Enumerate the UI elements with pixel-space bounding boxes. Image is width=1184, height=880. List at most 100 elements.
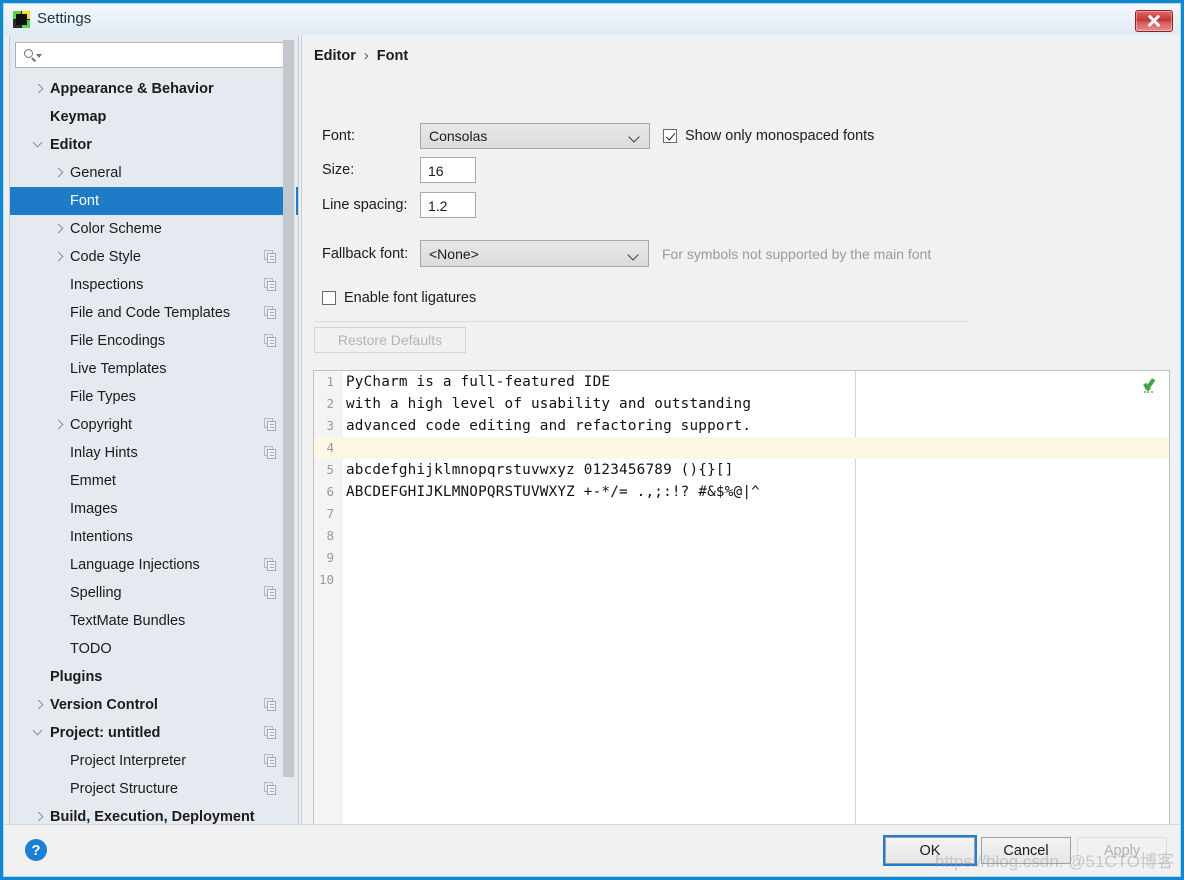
show-monospaced-checkbox[interactable]: Show only monospaced fonts: [663, 128, 874, 144]
sidebar-item-label: Emmet: [70, 473, 116, 489]
chevron-down-icon[interactable]: [32, 726, 46, 740]
search-box[interactable]: [15, 42, 294, 68]
sidebar-item-label: Live Templates: [70, 361, 167, 377]
sidebar-item-todo[interactable]: TODO: [10, 635, 298, 663]
line-spacing-field[interactable]: [420, 192, 476, 219]
fallback-font-select[interactable]: <None>: [420, 240, 649, 267]
sidebar-item-label: Inspections: [70, 277, 144, 293]
chevron-right-icon[interactable]: [32, 810, 46, 824]
copy-settings-icon[interactable]: [264, 446, 277, 459]
copy-settings-icon[interactable]: [264, 418, 277, 431]
font-preview-editor[interactable]: 1 PyCharm is a full-featured IDE 2 with a h…: [313, 370, 1170, 841]
chevron-right-icon[interactable]: [32, 698, 46, 712]
sidebar-scrollbar-track[interactable]: [283, 37, 296, 822]
sidebar-item-language-injections[interactable]: Language Injections: [10, 551, 298, 579]
sidebar-item-label: File and Code Templates: [70, 305, 231, 321]
copy-settings-icon[interactable]: [264, 250, 277, 263]
sidebar-item-font[interactable]: Font: [10, 187, 298, 215]
sidebar-item-code-style[interactable]: Code Style: [10, 243, 298, 271]
sidebar-item-label: File Types: [70, 389, 136, 405]
line-text: advanced code editing and refactoring su…: [346, 418, 752, 434]
cancel-button[interactable]: Cancel: [981, 837, 1071, 864]
sidebar-item-live-templates[interactable]: Live Templates: [10, 355, 298, 383]
sidebar-item-intentions[interactable]: Intentions: [10, 523, 298, 551]
sidebar-item-plugins[interactable]: Plugins: [10, 663, 298, 691]
search-input[interactable]: [42, 46, 291, 66]
sidebar-item-label: Intentions: [70, 529, 133, 545]
line-text: with a high level of usability and outst…: [346, 396, 752, 412]
copy-settings-icon[interactable]: [264, 278, 277, 291]
copy-settings-icon[interactable]: [264, 558, 277, 571]
chevron-down-icon[interactable]: [32, 138, 46, 152]
sidebar-item-project-structure[interactable]: Project Structure: [10, 775, 298, 803]
sidebar-item-textmate-bundles[interactable]: TextMate Bundles: [10, 607, 298, 635]
copy-settings-icon[interactable]: [264, 698, 277, 711]
preview-line: 8: [314, 525, 1169, 547]
copy-settings-icon[interactable]: [264, 586, 277, 599]
size-input[interactable]: [426, 158, 474, 184]
sidebar-item-spelling[interactable]: Spelling: [10, 579, 298, 607]
enable-ligatures-label: Enable font ligatures: [344, 290, 477, 306]
sidebar-item-copyright[interactable]: Copyright: [10, 411, 298, 439]
breadcrumb-root[interactable]: Editor: [314, 48, 356, 64]
ok-button[interactable]: OK: [883, 835, 977, 866]
dialog-body: Appearance & Behavior Keymap Editor General…: [4, 35, 1180, 841]
sidebar-item-label: Images: [70, 501, 118, 517]
close-icon[interactable]: [1135, 10, 1173, 32]
chevron-right-icon[interactable]: [32, 82, 46, 96]
copy-settings-icon[interactable]: [264, 726, 277, 739]
font-label: Font:: [322, 128, 356, 144]
size-field[interactable]: [420, 157, 476, 184]
copy-settings-icon[interactable]: [264, 754, 277, 767]
line-spacing-input[interactable]: [426, 193, 474, 219]
chevron-right-icon[interactable]: [52, 222, 66, 236]
restore-defaults-button[interactable]: Restore Defaults: [314, 327, 466, 353]
sidebar-item-keymap[interactable]: Keymap: [10, 103, 298, 131]
line-number: 4: [326, 440, 334, 455]
sidebar-item-general[interactable]: General: [10, 159, 298, 187]
sidebar-item-inlay-hints[interactable]: Inlay Hints: [10, 439, 298, 467]
sidebar-item-label: General: [70, 165, 122, 181]
settings-tree: Appearance & Behavior Keymap Editor General…: [10, 75, 298, 825]
sidebar-item-label: Version Control: [50, 697, 158, 713]
sidebar-item-label: Project: untitled: [50, 725, 161, 741]
font-select[interactable]: Consolas: [420, 123, 650, 149]
sidebar-item-label: Color Scheme: [70, 221, 162, 237]
copy-settings-icon[interactable]: [264, 334, 277, 347]
line-text: ABCDEFGHIJKLMNOPQRSTUVWXYZ +-*/= .,;:!? …: [346, 484, 760, 500]
sidebar-item-editor[interactable]: Editor: [10, 131, 298, 159]
chevron-down-icon: [630, 133, 639, 142]
help-button[interactable]: ?: [25, 839, 47, 861]
sidebar-item-emmet[interactable]: Emmet: [10, 467, 298, 495]
sidebar-item-file-and-code-templates[interactable]: File and Code Templates: [10, 299, 298, 327]
fallback-font-value: <None>: [429, 245, 479, 262]
sidebar-item-label: Build, Execution, Deployment: [50, 809, 255, 825]
sidebar-item-label: Keymap: [50, 109, 107, 125]
sidebar-item-file-encodings[interactable]: File Encodings: [10, 327, 298, 355]
line-number: 9: [326, 550, 334, 565]
sidebar-item-build-execution-deployment[interactable]: Build, Execution, Deployment: [10, 803, 298, 825]
inspection-ok-icon[interactable]: [1142, 376, 1159, 393]
copy-settings-icon[interactable]: [264, 306, 277, 319]
sidebar-item-file-types[interactable]: File Types: [10, 383, 298, 411]
sidebar-item-project-untitled[interactable]: Project: untitled: [10, 719, 298, 747]
line-number: 5: [326, 462, 334, 477]
sidebar-item-version-control[interactable]: Version Control: [10, 691, 298, 719]
chevron-right-icon[interactable]: [52, 166, 66, 180]
sidebar-item-project-interpreter[interactable]: Project Interpreter: [10, 747, 298, 775]
sidebar-item-images[interactable]: Images: [10, 495, 298, 523]
sidebar-scrollbar-thumb[interactable]: [283, 40, 294, 777]
sidebar-item-inspections[interactable]: Inspections: [10, 271, 298, 299]
sidebar-item-appearance-behavior[interactable]: Appearance & Behavior: [10, 75, 298, 103]
sidebar-item-color-scheme[interactable]: Color Scheme: [10, 215, 298, 243]
apply-button[interactable]: Apply: [1077, 837, 1167, 864]
copy-settings-icon[interactable]: [264, 782, 277, 795]
chevron-right-icon[interactable]: [52, 250, 66, 264]
preview-code-area: 1 PyCharm is a full-featured IDE 2 with a h…: [314, 371, 1169, 840]
sidebar-item-label: File Encodings: [70, 333, 166, 349]
title-bar: Settings: [4, 4, 1180, 35]
chevron-right-icon[interactable]: [52, 418, 66, 432]
enable-ligatures-checkbox[interactable]: Enable font ligatures: [322, 290, 476, 306]
preview-line: 3 advanced code editing and refactoring s…: [314, 415, 1169, 437]
sidebar-item-label: Inlay Hints: [70, 445, 138, 461]
